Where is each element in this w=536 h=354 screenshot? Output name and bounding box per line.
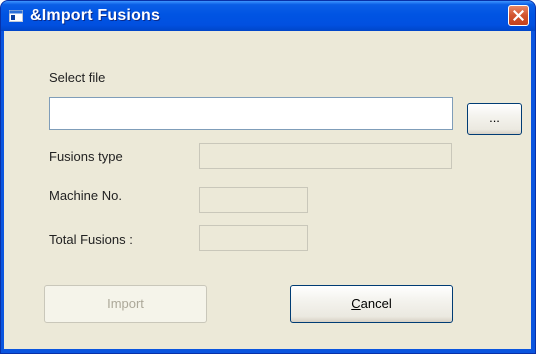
browse-button[interactable]: ... (467, 103, 522, 135)
title-bar[interactable]: &Import Fusions (1, 1, 535, 31)
cancel-button-label: Cancel (351, 286, 391, 322)
dialog-body: Select file ... Fusions type Machine No.… (4, 31, 531, 349)
fusions-type-field (199, 143, 452, 169)
machine-no-field (199, 187, 308, 213)
cancel-label-rest: ancel (360, 296, 392, 311)
fusions-type-label: Fusions type (49, 149, 123, 164)
import-button[interactable]: Import (44, 285, 207, 323)
machine-no-label: Machine No. (49, 188, 122, 203)
cancel-button[interactable]: Cancel (290, 285, 453, 323)
import-fusions-dialog: &Import Fusions Select file ... Fusions … (0, 0, 536, 354)
file-path-input[interactable] (49, 97, 453, 130)
cancel-accelerator: C (351, 296, 361, 311)
select-file-label: Select file (49, 70, 106, 85)
close-icon (513, 10, 524, 21)
window-title: &Import Fusions (30, 7, 161, 24)
browse-button-label: ... (489, 110, 500, 125)
window-icon (9, 9, 23, 22)
import-button-label: Import (107, 296, 144, 311)
close-button[interactable] (508, 5, 529, 26)
total-fusions-field (199, 225, 308, 251)
total-fusions-label: Total Fusions : (49, 232, 133, 247)
